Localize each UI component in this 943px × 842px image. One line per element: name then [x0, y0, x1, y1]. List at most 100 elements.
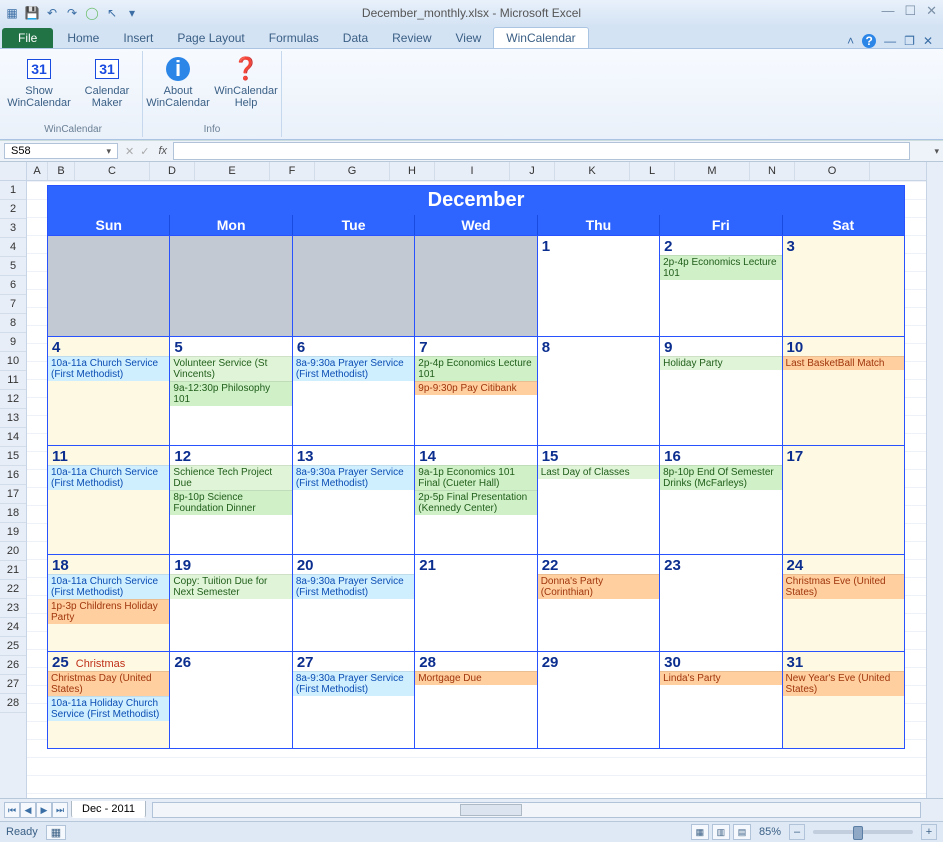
- row-header[interactable]: 28: [0, 694, 26, 713]
- calendar-day-cell[interactable]: 21: [415, 554, 537, 651]
- page-break-view-button[interactable]: ▤: [733, 824, 751, 840]
- help-icon[interactable]: ?: [862, 34, 876, 48]
- file-tab[interactable]: File: [2, 28, 53, 48]
- calendar-event[interactable]: Copy: Tuition Due for Next Semester: [170, 574, 291, 599]
- row-header[interactable]: 8: [0, 314, 26, 333]
- formula-input[interactable]: [173, 142, 910, 160]
- calendar-day-cell[interactable]: 9Holiday Party: [660, 336, 782, 445]
- calendar-day-cell[interactable]: 29: [538, 651, 660, 748]
- doc-close-icon[interactable]: ✕: [923, 34, 933, 48]
- calendar-event[interactable]: Last Day of Classes: [538, 465, 659, 479]
- row-header[interactable]: 11: [0, 371, 26, 390]
- tab-view[interactable]: View: [444, 28, 494, 48]
- calendar-day-cell[interactable]: 26: [170, 651, 292, 748]
- row-header[interactable]: 14: [0, 428, 26, 447]
- tab-formulas[interactable]: Formulas: [257, 28, 331, 48]
- row-header[interactable]: 24: [0, 618, 26, 637]
- maximize-button[interactable]: ☐: [904, 3, 916, 19]
- column-header[interactable]: B: [48, 162, 75, 180]
- calendar-day-cell[interactable]: 30Linda's Party: [660, 651, 782, 748]
- column-header[interactable]: F: [270, 162, 315, 180]
- tab-insert[interactable]: Insert: [111, 28, 165, 48]
- calendar-event[interactable]: Mortgage Due: [415, 671, 536, 685]
- print-preview-icon[interactable]: ◯: [84, 5, 100, 21]
- row-header[interactable]: 1: [0, 181, 26, 200]
- calendar-day-cell[interactable]: 208a-9:30a Prayer Service (First Methodi…: [293, 554, 415, 651]
- doc-minimize-icon[interactable]: —: [884, 34, 896, 48]
- column-header[interactable]: L: [630, 162, 675, 180]
- close-button[interactable]: ✕: [926, 3, 937, 19]
- sheet-tab-active[interactable]: Dec - 2011: [71, 801, 146, 818]
- sheet-nav-next[interactable]: ▶: [36, 802, 52, 818]
- calendar-event[interactable]: Linda's Party: [660, 671, 781, 685]
- calendar-event[interactable]: New Year's Eve (United States): [783, 671, 904, 696]
- sheet-nav-last[interactable]: ⏭: [52, 802, 68, 818]
- row-header[interactable]: 6: [0, 276, 26, 295]
- row-header[interactable]: 17: [0, 485, 26, 504]
- row-header[interactable]: 2: [0, 200, 26, 219]
- expand-formula-icon[interactable]: ▾: [930, 146, 943, 157]
- calendar-event[interactable]: 8a-9:30a Prayer Service (First Methodist…: [293, 356, 414, 381]
- tab-home[interactable]: Home: [55, 28, 111, 48]
- column-header[interactable]: G: [315, 162, 390, 180]
- calendar-event[interactable]: 10a-11a Holiday Church Service (First Me…: [48, 696, 169, 721]
- grid-body[interactable]: December SunMonTueWedThuFriSat 122p-4p E…: [27, 181, 926, 798]
- doc-restore-icon[interactable]: ❐: [904, 34, 915, 48]
- calendar-event[interactable]: 8p-10p Science Foundation Dinner: [170, 490, 291, 515]
- calendar-event[interactable]: Schience Tech Project Due: [170, 465, 291, 490]
- column-header[interactable]: M: [675, 162, 750, 180]
- column-header[interactable]: C: [75, 162, 150, 180]
- calendar-event[interactable]: 8a-9:30a Prayer Service (First Methodist…: [293, 574, 414, 599]
- row-header[interactable]: 23: [0, 599, 26, 618]
- row-header[interactable]: 27: [0, 675, 26, 694]
- zoom-slider[interactable]: [813, 830, 913, 834]
- tab-review[interactable]: Review: [380, 28, 443, 48]
- calendar-event[interactable]: Christmas Day (United States): [48, 671, 169, 696]
- calendar-event[interactable]: 10a-11a Church Service (First Methodist): [48, 465, 169, 490]
- calendar-day-cell[interactable]: 68a-9:30a Prayer Service (First Methodis…: [293, 336, 415, 445]
- calendar-day-cell[interactable]: 278a-9:30a Prayer Service (First Methodi…: [293, 651, 415, 748]
- zoom-out-button[interactable]: –: [789, 824, 805, 840]
- calendar-day-cell[interactable]: 1: [538, 235, 660, 336]
- calendar-event[interactable]: 9a-12:30p Philosophy 101: [170, 381, 291, 406]
- calendar-event[interactable]: 2p-4p Economics Lecture 101: [415, 356, 536, 381]
- select-all-corner[interactable]: [0, 162, 26, 181]
- normal-view-button[interactable]: ▦: [691, 824, 709, 840]
- row-header[interactable]: 22: [0, 580, 26, 599]
- calendar-day-cell[interactable]: 410a-11a Church Service (First Methodist…: [48, 336, 170, 445]
- calendar-event[interactable]: 10a-11a Church Service (First Methodist): [48, 574, 169, 599]
- calendar-day-cell[interactable]: [415, 235, 537, 336]
- calendar-day-cell[interactable]: 19Copy: Tuition Due for Next Semester: [170, 554, 292, 651]
- calendar-event[interactable]: Volunteer Service (St Vincents): [170, 356, 291, 381]
- row-header[interactable]: 9: [0, 333, 26, 352]
- save-icon[interactable]: 💾: [24, 5, 40, 21]
- tab-wincalendar[interactable]: WinCalendar: [493, 27, 588, 48]
- qat-more-icon[interactable]: ▾: [124, 5, 140, 21]
- calendar-day-cell[interactable]: 31New Year's Eve (United States): [783, 651, 904, 748]
- column-header[interactable]: J: [510, 162, 555, 180]
- row-header[interactable]: 3: [0, 219, 26, 238]
- name-box-dropdown-icon[interactable]: ▾: [106, 146, 111, 157]
- sheet-nav-first[interactable]: ⏮: [4, 802, 20, 818]
- calendar-event[interactable]: 1p-3p Childrens Holiday Party: [48, 599, 169, 624]
- calendar-day-cell[interactable]: 168p-10p End Of Semester Drinks (McFarle…: [660, 445, 782, 554]
- calendar-day-cell[interactable]: 28Mortgage Due: [415, 651, 537, 748]
- calendar-event[interactable]: 2p-4p Economics Lecture 101: [660, 255, 781, 280]
- row-header[interactable]: 19: [0, 523, 26, 542]
- row-header[interactable]: 16: [0, 466, 26, 485]
- tab-data[interactable]: Data: [331, 28, 380, 48]
- row-header[interactable]: 13: [0, 409, 26, 428]
- calendar-day-cell[interactable]: 5Volunteer Service (St Vincents)9a-12:30…: [170, 336, 292, 445]
- calendar-day-cell[interactable]: 15Last Day of Classes: [538, 445, 660, 554]
- calendar-day-cell[interactable]: [170, 235, 292, 336]
- calendar-event[interactable]: Christmas Eve (United States): [783, 574, 904, 599]
- row-header[interactable]: 12: [0, 390, 26, 409]
- undo-icon[interactable]: ↶: [44, 5, 60, 21]
- calendar-day-cell[interactable]: 138a-9:30a Prayer Service (First Methodi…: [293, 445, 415, 554]
- pointer-icon[interactable]: ↖: [104, 5, 120, 21]
- horizontal-scrollbar[interactable]: [152, 802, 921, 818]
- calendar-day-cell[interactable]: [293, 235, 415, 336]
- calendar-day-cell[interactable]: 8: [538, 336, 660, 445]
- calendar-day-cell[interactable]: 23: [660, 554, 782, 651]
- minimize-ribbon-icon[interactable]: ˄: [847, 34, 854, 48]
